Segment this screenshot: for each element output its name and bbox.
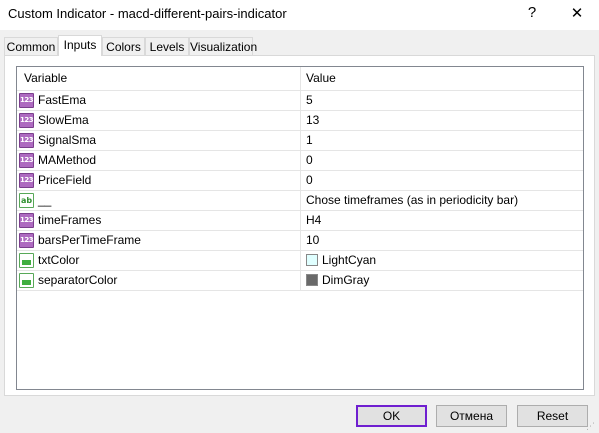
value-cell[interactable]: 13	[302, 111, 583, 130]
grid-header: Variable Value	[17, 67, 583, 91]
number-icon: 123	[19, 173, 34, 188]
variable-name: separatorColor	[38, 273, 118, 287]
inputs-panel: Variable Value 123 FastEma 5 123 SlowEma 13 12…	[4, 55, 595, 396]
table-row[interactable]: 123 barsPerTimeFrame 10	[17, 231, 583, 251]
resize-grip-icon[interactable]: ⋰	[586, 421, 596, 431]
table-row[interactable]: 123 MAMethod 0	[17, 151, 583, 171]
color-swatch	[306, 273, 318, 286]
reset-button[interactable]: Reset	[517, 405, 588, 427]
table-row[interactable]: txtColor LightCyan	[17, 251, 583, 271]
value-text: 1	[306, 133, 313, 147]
number-icon: 123	[19, 153, 34, 168]
color-swatch	[306, 253, 318, 266]
table-row[interactable]: separatorColor DimGray	[17, 271, 583, 291]
variable-name: __	[38, 193, 52, 207]
value-cell[interactable]: 0	[302, 171, 583, 190]
variable-cell: 123 PriceField	[17, 171, 301, 190]
table-row[interactable]: 123 FastEma 5	[17, 91, 583, 111]
title-bar: Custom Indicator - macd-different-pairs-…	[0, 0, 599, 30]
value-cell[interactable]: 10	[302, 231, 583, 250]
tab-colors[interactable]: Colors	[102, 37, 145, 55]
value-text: 0	[306, 153, 313, 167]
variable-name: SlowEma	[38, 113, 89, 127]
variable-name: MAMethod	[38, 153, 97, 167]
value-text: 10	[306, 233, 320, 247]
color-icon-fill	[22, 260, 31, 265]
variable-name: FastEma	[38, 93, 87, 107]
close-icon[interactable]: ✕	[566, 3, 588, 25]
string-icon: ab	[19, 193, 34, 208]
tab-levels[interactable]: Levels	[145, 37, 189, 55]
tab-inputs[interactable]: Inputs	[58, 35, 102, 56]
variable-cell: 123 FastEma	[17, 91, 301, 110]
value-text: Chose timeframes (as in periodicity bar)	[306, 193, 519, 207]
value-cell[interactable]: H4	[302, 211, 583, 230]
column-header-value[interactable]: Value	[302, 67, 583, 90]
variable-cell: 123 timeFrames	[17, 211, 301, 230]
value-cell[interactable]: LightCyan	[302, 251, 583, 270]
cancel-button[interactable]: Отмена	[436, 405, 507, 427]
help-icon[interactable]: ?	[522, 3, 542, 23]
variable-cell: 123 SignalSma	[17, 131, 301, 150]
value-text: 13	[306, 113, 320, 127]
value-cell[interactable]: 0	[302, 151, 583, 170]
variable-cell: separatorColor	[17, 271, 301, 290]
number-icon: 123	[19, 93, 34, 108]
value-text: 0	[306, 173, 313, 187]
column-header-variable[interactable]: Variable	[17, 67, 301, 90]
value-cell[interactable]: 1	[302, 131, 583, 150]
ok-button[interactable]: OK	[356, 405, 427, 427]
value-cell[interactable]: DimGray	[302, 271, 583, 290]
color-icon	[19, 273, 34, 288]
color-icon-fill	[22, 280, 31, 285]
window-title: Custom Indicator - macd-different-pairs-…	[8, 6, 287, 21]
table-row[interactable]: 123 timeFrames H4	[17, 211, 583, 231]
variable-name: txtColor	[38, 253, 80, 267]
number-icon: 123	[19, 113, 34, 128]
tab-common[interactable]: Common	[4, 37, 58, 55]
number-icon: 123	[19, 213, 34, 228]
value-cell[interactable]: Chose timeframes (as in periodicity bar)	[302, 191, 583, 210]
inputs-grid: Variable Value 123 FastEma 5 123 SlowEma 13 12…	[16, 66, 584, 390]
value-cell[interactable]: 5	[302, 91, 583, 110]
value-text: H4	[306, 213, 322, 227]
table-row[interactable]: 123 SlowEma 13	[17, 111, 583, 131]
variable-name: PriceField	[38, 173, 92, 187]
variable-name: barsPerTimeFrame	[38, 233, 141, 247]
value-text: DimGray	[322, 273, 370, 287]
variable-name: timeFrames	[38, 213, 102, 227]
value-text: 5	[306, 93, 313, 107]
table-row[interactable]: 123 PriceField 0	[17, 171, 583, 191]
variable-cell: ab __	[17, 191, 301, 210]
number-icon: 123	[19, 133, 34, 148]
variable-name: SignalSma	[38, 133, 97, 147]
tab-visualization[interactable]: Visualization	[189, 37, 257, 55]
table-row[interactable]: ab __ Chose timeframes (as in periodicity …	[17, 191, 583, 211]
number-icon: 123	[19, 233, 34, 248]
variable-cell: 123 barsPerTimeFrame	[17, 231, 301, 250]
variable-cell: txtColor	[17, 251, 301, 270]
value-text: LightCyan	[322, 253, 377, 267]
variable-cell: 123 MAMethod	[17, 151, 301, 170]
table-row[interactable]: 123 SignalSma 1	[17, 131, 583, 151]
variable-cell: 123 SlowEma	[17, 111, 301, 130]
color-icon	[19, 253, 34, 268]
